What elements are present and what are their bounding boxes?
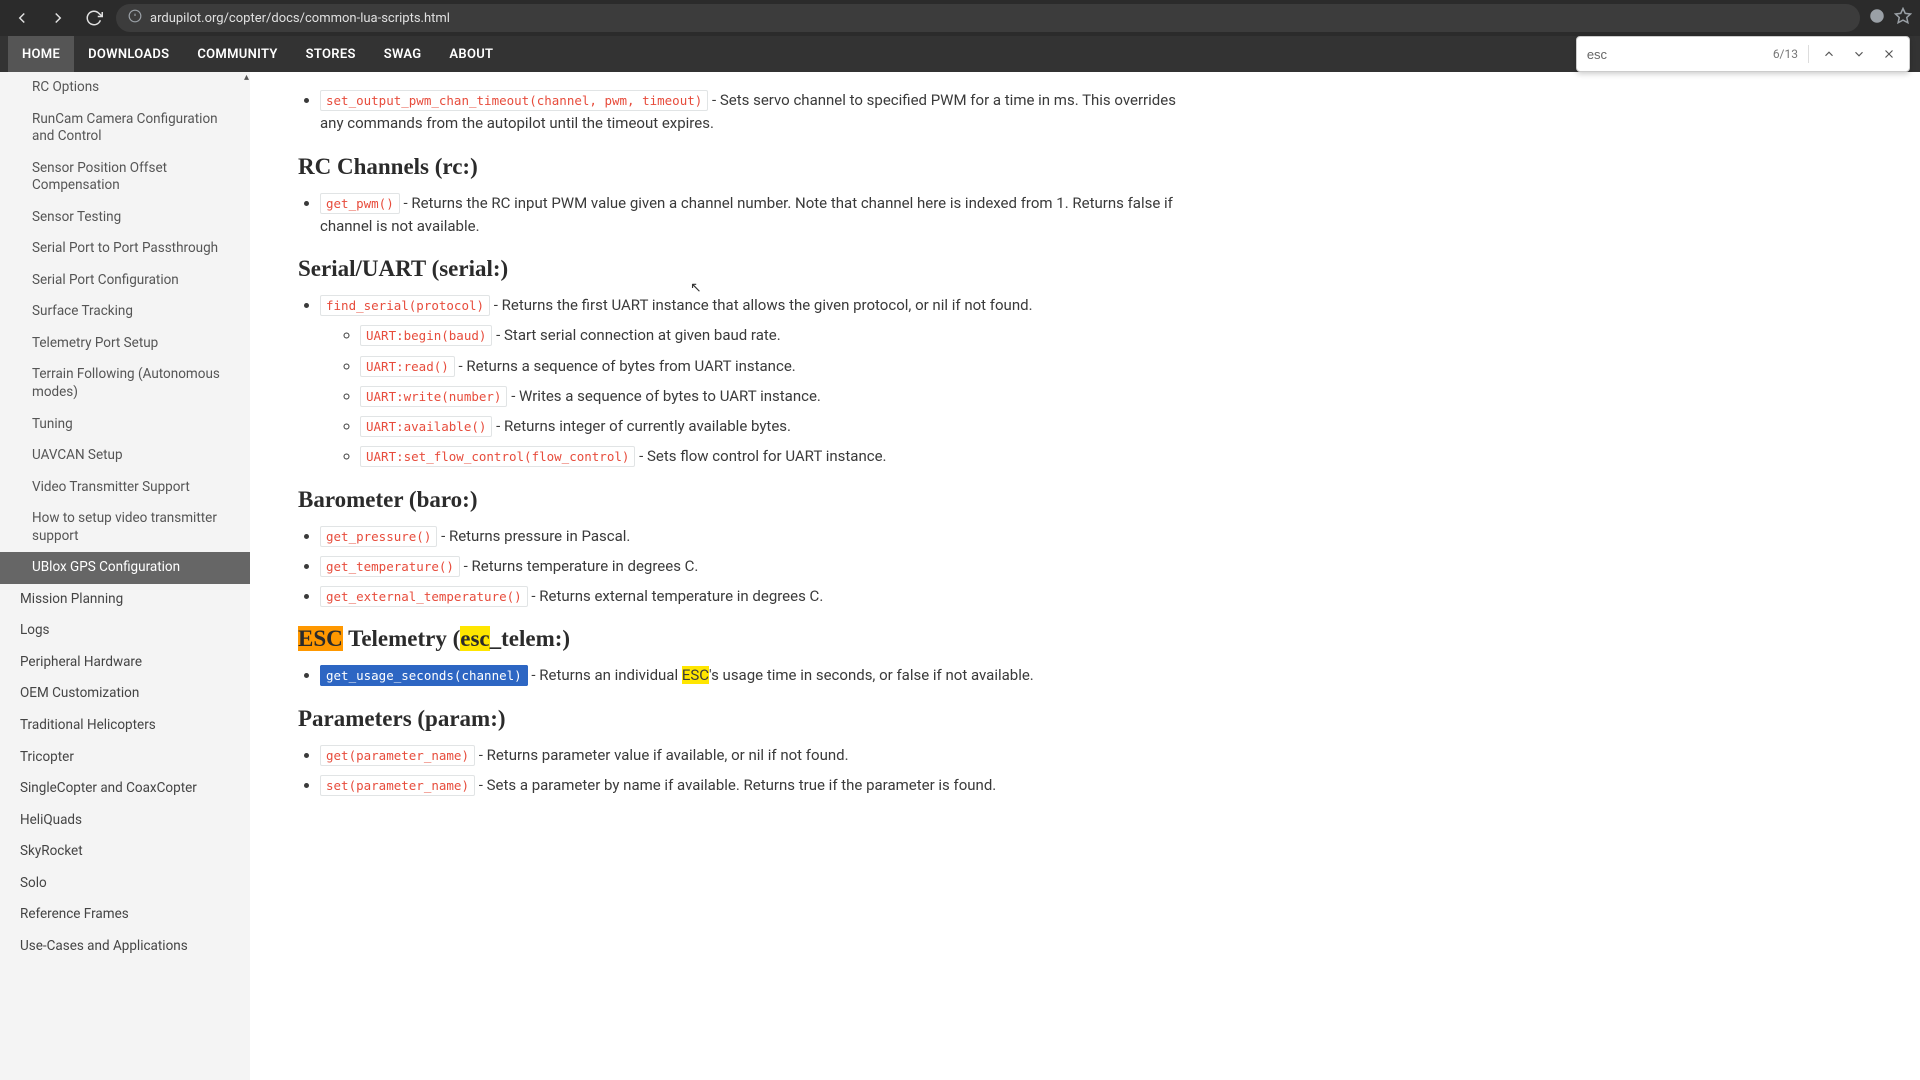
- sidebar-item[interactable]: Peripheral Hardware: [0, 647, 250, 679]
- section-heading: Barometer (baro:): [298, 487, 1182, 513]
- code-token: get_temperature(): [320, 556, 460, 577]
- code-token: UART:set_flow_control(flow_control): [360, 446, 635, 467]
- doc-list-item: find_serial(protocol) - Returns the firs…: [320, 294, 1182, 469]
- find-next-button[interactable]: [1849, 44, 1869, 64]
- browser-toolbar: ardupilot.org/copter/docs/common-lua-scr…: [0, 0, 1920, 36]
- find-close-button[interactable]: [1879, 44, 1899, 64]
- code-token: UART:available(): [360, 416, 492, 437]
- section-heading: Serial/UART (serial:): [298, 256, 1182, 282]
- find-input[interactable]: [1587, 47, 1763, 62]
- doc-list-item: UART:read() - Returns a sequence of byte…: [360, 355, 1182, 378]
- sidebar-item[interactable]: Video Transmitter Support: [0, 472, 250, 504]
- doc-list-item: get_external_temperature() - Returns ext…: [320, 585, 1182, 608]
- doc-list-item: get_pressure() - Returns pressure in Pas…: [320, 525, 1182, 548]
- doc-list-item: UART:begin(baud) - Start serial connecti…: [360, 324, 1182, 347]
- nav-stores[interactable]: STORES: [292, 36, 370, 72]
- sidebar-item[interactable]: OEM Customization: [0, 678, 250, 710]
- sidebar-item[interactable]: Sensor Testing: [0, 202, 250, 234]
- sidebar-item[interactable]: Mission Planning: [0, 584, 250, 616]
- sidebar-item[interactable]: Sensor Position Offset Compensation: [0, 153, 250, 202]
- sidebar-item[interactable]: SingleCopter and CoaxCopter: [0, 773, 250, 805]
- doc-list-item: get_temperature() - Returns temperature …: [320, 555, 1182, 578]
- nav-about[interactable]: ABOUT: [435, 36, 507, 72]
- section-heading: RC Channels (rc:): [298, 154, 1182, 180]
- sidebar-item[interactable]: Tuning: [0, 409, 250, 441]
- code-token: UART:write(number): [360, 386, 507, 407]
- nav-downloads[interactable]: DOWNLOADS: [74, 36, 183, 72]
- sidebar-item[interactable]: HeliQuads: [0, 805, 250, 837]
- sidebar-item[interactable]: RC Options: [0, 72, 250, 104]
- sidebar-item[interactable]: Surface Tracking: [0, 296, 250, 328]
- url-text: ardupilot.org/copter/docs/common-lua-scr…: [150, 11, 450, 26]
- sidebar-item[interactable]: Serial Port to Port Passthrough: [0, 233, 250, 265]
- find-count: 6/13: [1773, 47, 1798, 61]
- section-heading: ESC Telemetry (esc_telem:): [298, 626, 1182, 652]
- sidebar-item[interactable]: Logs: [0, 615, 250, 647]
- doc-list-item: get_usage_seconds(channel) - Returns an …: [320, 664, 1182, 687]
- sidebar-item[interactable]: SkyRocket: [0, 836, 250, 868]
- code-token: get_external_temperature(): [320, 586, 528, 607]
- extension-icon[interactable]: [1868, 7, 1886, 29]
- code-token: get_pressure(): [320, 526, 437, 547]
- sidebar-item[interactable]: Reference Frames: [0, 899, 250, 931]
- doc-list-item: UART:write(number) - Writes a sequence o…: [360, 385, 1182, 408]
- back-button[interactable]: [8, 4, 36, 32]
- nav-community[interactable]: COMMUNITY: [183, 36, 291, 72]
- sidebar-item[interactable]: Traditional Helicopters: [0, 710, 250, 742]
- doc-list-item: UART:available() - Returns integer of cu…: [360, 415, 1182, 438]
- doc-list-item: get(parameter_name) - Returns parameter …: [320, 744, 1182, 767]
- code-token: set(parameter_name): [320, 775, 475, 796]
- code-token: set_output_pwm_chan_timeout(channel, pwm…: [320, 90, 708, 111]
- sidebar-item[interactable]: UAVCAN Setup: [0, 440, 250, 472]
- find-prev-button[interactable]: [1819, 44, 1839, 64]
- sidebar-item[interactable]: How to setup video transmitter support: [0, 503, 250, 552]
- sidebar[interactable]: ▴ RC OptionsRunCam Camera Configuration …: [0, 72, 250, 1080]
- doc-list-item: get_pwm() - Returns the RC input PWM val…: [320, 192, 1182, 239]
- main-content[interactable]: set_output_pwm_chan_timeout(channel, pwm…: [250, 72, 1230, 1080]
- url-bar[interactable]: ardupilot.org/copter/docs/common-lua-scr…: [116, 4, 1860, 32]
- sidebar-item[interactable]: UBlox GPS Configuration: [0, 552, 250, 584]
- sidebar-item[interactable]: Solo: [0, 868, 250, 900]
- sidebar-item[interactable]: Tricopter: [0, 742, 250, 774]
- code-token: UART:read(): [360, 356, 455, 377]
- nav-home[interactable]: HOME: [8, 36, 74, 72]
- section-heading: Parameters (param:): [298, 706, 1182, 732]
- code-token: get(parameter_name): [320, 745, 475, 766]
- doc-list-item: set(parameter_name) - Sets a parameter b…: [320, 774, 1182, 797]
- sidebar-item[interactable]: Use-Cases and Applications: [0, 931, 250, 963]
- sidebar-item[interactable]: Terrain Following (Autonomous modes): [0, 359, 250, 408]
- mouse-cursor-icon: ↖: [690, 280, 702, 296]
- code-token: find_serial(protocol): [320, 295, 490, 316]
- scroll-up-icon[interactable]: ▴: [244, 72, 249, 83]
- sidebar-item[interactable]: Serial Port Configuration: [0, 265, 250, 297]
- sidebar-item[interactable]: Telemetry Port Setup: [0, 328, 250, 360]
- site-info-icon: [128, 9, 142, 27]
- reload-button[interactable]: [80, 4, 108, 32]
- find-in-page-bar: 6/13: [1576, 36, 1910, 72]
- sidebar-item[interactable]: RunCam Camera Configuration and Control: [0, 104, 250, 153]
- bookmark-icon[interactable]: [1894, 7, 1912, 29]
- code-token: get_pwm(): [320, 193, 400, 214]
- toolbar-icons: [1868, 7, 1912, 29]
- code-token: UART:begin(baud): [360, 325, 492, 346]
- doc-list-item: UART:set_flow_control(flow_control) - Se…: [360, 445, 1182, 468]
- code-token: get_usage_seconds(channel): [320, 665, 528, 686]
- nav-swag[interactable]: SWAG: [370, 36, 436, 72]
- forward-button[interactable]: [44, 4, 72, 32]
